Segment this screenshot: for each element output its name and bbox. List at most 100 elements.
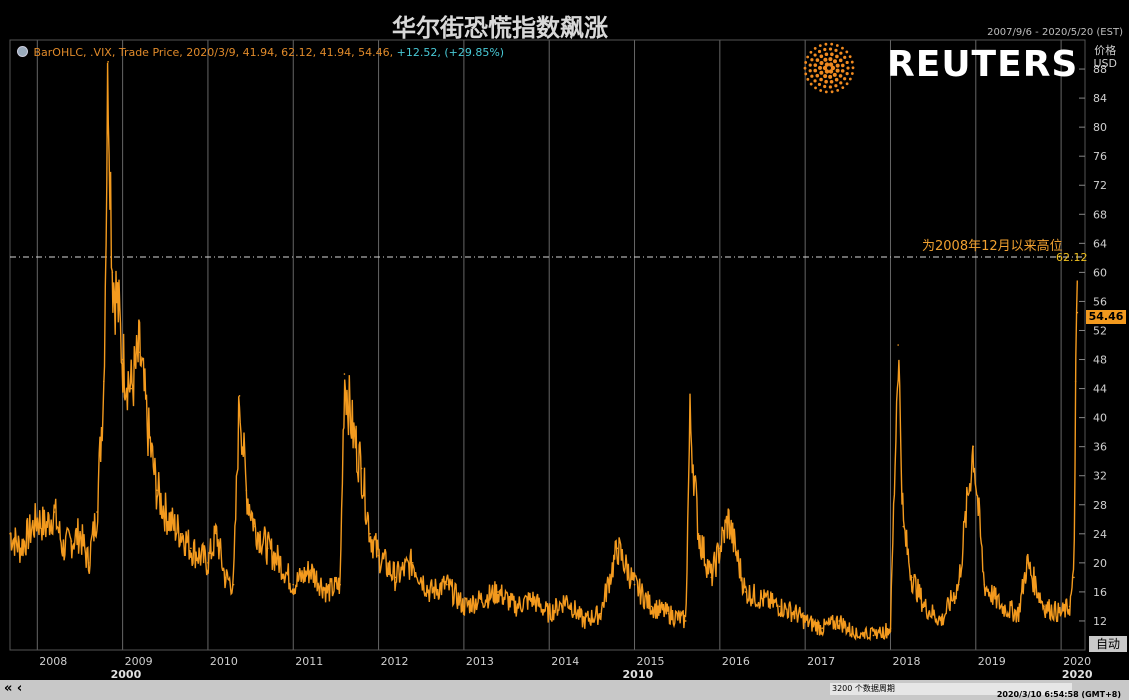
reuters-logo: REUTERS	[795, 40, 1085, 100]
vix-point	[710, 576, 713, 579]
vix-point	[232, 583, 235, 586]
y-tick-label: 56	[1093, 295, 1107, 308]
clock-icon[interactable]	[17, 46, 28, 57]
chart-title: 华尔街恐慌指数飙涨	[392, 14, 608, 42]
y-tick-label: 84	[1093, 92, 1107, 105]
high-annotation: 为2008年12月以来高位	[922, 239, 1063, 254]
logo-dot	[828, 62, 834, 67]
y-tick-label: 76	[1093, 150, 1107, 163]
y-tick-label: 68	[1093, 208, 1107, 221]
vix-series	[9, 60, 1079, 642]
logo-dot	[830, 90, 834, 94]
y-tick-label: 28	[1093, 499, 1107, 512]
vix-point	[19, 547, 22, 550]
logo-dot	[808, 63, 812, 67]
vix-point	[147, 431, 150, 433]
vix-line	[9, 62, 1078, 642]
vix-point	[838, 620, 841, 622]
logo-dot	[834, 84, 838, 88]
legend-change: +12.52, (+29.85%)	[396, 46, 505, 59]
logo-dot	[835, 54, 839, 59]
vix-point	[923, 605, 926, 608]
y-axis-unit: USD	[1093, 57, 1117, 70]
logo-dot	[823, 47, 827, 52]
logo-dot	[846, 66, 850, 70]
logo-dot	[823, 84, 827, 89]
vix-point	[902, 525, 905, 528]
vix-point	[254, 525, 256, 528]
logo-dot	[818, 44, 822, 48]
vix-point	[394, 576, 397, 579]
y-tick-label: 16	[1093, 586, 1107, 599]
x-tick-label: 2012	[381, 655, 409, 668]
logo-dot	[823, 74, 828, 79]
logo-dot	[829, 79, 834, 84]
vix-point	[279, 562, 282, 564]
logo-dot	[823, 57, 828, 62]
x-tick-label: 2010	[210, 655, 238, 668]
vix-point	[45, 525, 47, 528]
vix-point	[173, 525, 175, 528]
logo-dot	[818, 65, 823, 70]
logo-dot	[803, 66, 807, 70]
date-range: 2007/9/6 - 2020/5/20 (EST)	[987, 27, 1123, 38]
vix-point	[1026, 562, 1028, 564]
vix-point	[911, 576, 913, 579]
vix-point	[804, 620, 806, 622]
y-tick-label: 52	[1093, 324, 1107, 337]
y-tick-label: 12	[1093, 615, 1107, 628]
logo-dot	[835, 63, 840, 68]
series-legend[interactable]: BarOHLC, .VIX, Trade Price, 2020/3/9, 41…	[17, 46, 504, 59]
vix-point	[238, 395, 241, 397]
logo-dot	[845, 72, 849, 76]
vix-point	[96, 511, 98, 513]
y-tick-label: 48	[1093, 354, 1107, 367]
logo-dot	[804, 61, 808, 64]
x-tick-label: 2019	[978, 655, 1006, 668]
logo-dot	[843, 55, 847, 59]
vix-point	[531, 598, 533, 600]
vix-point	[27, 533, 30, 535]
logo-dot	[815, 73, 820, 78]
chart-canvas: 62.12 1216202428323640444852566064687276…	[9, 39, 1107, 681]
vix-point	[181, 533, 184, 535]
timestamp: 2020/3/10 6:54:58 (GMT+8)	[996, 690, 1121, 699]
vix-point	[463, 605, 465, 608]
scroll-left-button[interactable]: « ‹	[4, 681, 22, 696]
plot-border	[9, 39, 1086, 651]
vix-point	[684, 620, 687, 622]
logo-dot	[845, 82, 849, 86]
logo-dot	[834, 48, 838, 52]
vix-point	[719, 547, 721, 550]
vix-point	[983, 583, 986, 586]
vix-point	[761, 598, 764, 600]
vix-point	[1073, 576, 1075, 579]
auto-scale-button[interactable]: 自动	[1089, 636, 1127, 652]
vix-point	[207, 562, 209, 564]
y-tick-label: 64	[1093, 237, 1107, 250]
logo-dot	[830, 42, 834, 46]
vix-point	[339, 583, 341, 586]
logo-dot	[815, 58, 820, 62]
logo-dot	[836, 88, 840, 92]
logo-dot	[835, 68, 840, 73]
logo-dot	[809, 50, 813, 54]
x-tick-label: 2016	[722, 655, 750, 668]
vix-point	[582, 620, 585, 622]
y-tick-label: 20	[1093, 557, 1107, 570]
logo-dot	[819, 89, 823, 92]
x-tick-label: 2014	[551, 655, 579, 668]
logo-dot	[840, 69, 845, 73]
vix-point	[1074, 380, 1077, 383]
vix-point	[36, 518, 39, 521]
y-tick-label: 60	[1093, 266, 1107, 279]
logo-dot	[828, 47, 833, 51]
vix-point	[309, 569, 312, 571]
vix-point	[9, 533, 11, 535]
logo-dot	[850, 72, 854, 75]
logo-dot	[841, 86, 845, 90]
vix-point	[599, 612, 602, 615]
vix-point	[198, 554, 201, 557]
vix-point	[744, 591, 747, 593]
logo-dot	[839, 81, 843, 85]
